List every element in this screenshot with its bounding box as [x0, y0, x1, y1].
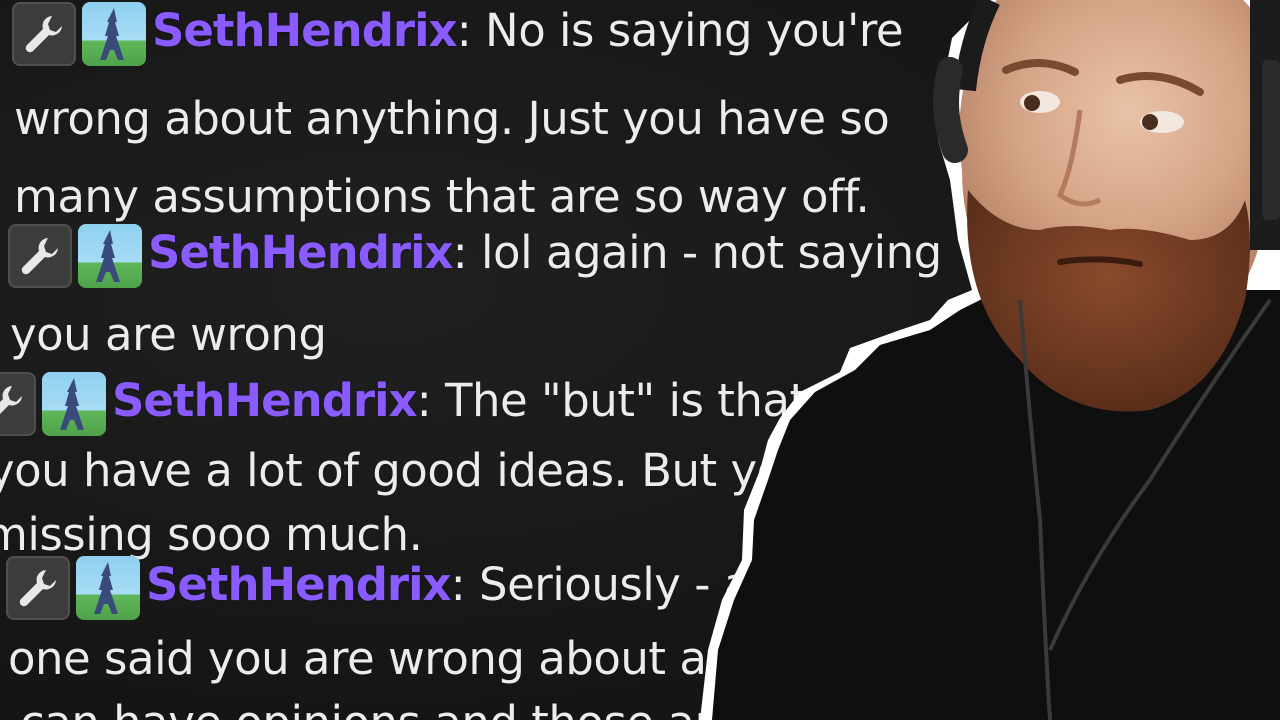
- chat-message-text: wrong about anything. Just you have so: [14, 92, 890, 145]
- chat-colon: :: [450, 558, 466, 611]
- chat-header-line: SethHendrix: lol again - not saying: [8, 224, 942, 288]
- chat-username[interactable]: SethHendrix: [112, 374, 418, 427]
- chat-username[interactable]: SethHendrix: [146, 558, 452, 611]
- chat-panel: SethHendrix: No is saying you're wrong a…: [0, 0, 1280, 720]
- eiffel-tower-icon: [76, 556, 140, 620]
- chat-message-text: The "but" is that I think: [445, 374, 958, 427]
- chat-colon: :: [416, 374, 432, 427]
- wrench-icon: [12, 2, 76, 66]
- chat-message-text: [431, 374, 445, 427]
- eiffel-tower-icon: [82, 2, 146, 66]
- chat-colon: :: [456, 4, 472, 57]
- chat-username[interactable]: SethHendrix: [152, 4, 458, 57]
- chat-message-text: [467, 226, 481, 279]
- chat-message-text: one said you are wrong about anything: [8, 632, 874, 685]
- chat-message-text: you are wrong: [10, 308, 327, 361]
- chat-message-text: [465, 558, 479, 611]
- wrench-icon: [6, 556, 70, 620]
- chat-message-text: No is saying you're: [485, 4, 904, 57]
- chat-message-text: can have opinions and those are fine: [20, 700, 836, 720]
- chat-message-text: you have a lot of good ideas. But you're: [0, 444, 868, 497]
- eiffel-tower-icon: [42, 372, 106, 436]
- chat-username[interactable]: SethHendrix: [148, 226, 454, 279]
- chat-message-text: lol again - not saying: [481, 226, 942, 279]
- chat-message-text: Seriously - again: [479, 558, 847, 611]
- eiffel-tower-icon: [78, 224, 142, 288]
- wrench-icon: [8, 224, 72, 288]
- chat-colon: :: [452, 226, 468, 279]
- chat-message-text: missing sooo much.: [0, 508, 423, 561]
- chat-message-text: [471, 4, 485, 57]
- wrench-icon: [0, 372, 36, 436]
- chat-message-text: many assumptions that are so way off.: [14, 170, 870, 223]
- chat-header-line: SethHendrix: The "but" is that I think: [0, 372, 958, 436]
- chat-header-line: SethHendrix: Seriously - again: [6, 556, 847, 620]
- chat-header-line: SethHendrix: No is saying you're: [12, 2, 904, 66]
